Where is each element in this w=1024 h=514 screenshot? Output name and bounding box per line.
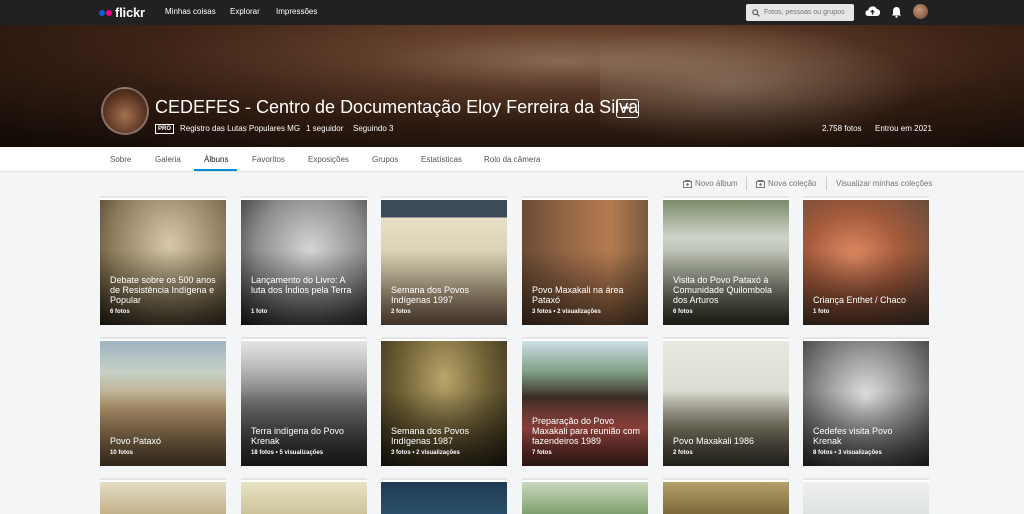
following-count[interactable]: Seguindo 3 [353,124,393,133]
album-meta: 6 fotos [110,309,130,315]
logo-text: flickr [115,5,145,20]
nav-link-explorar[interactable]: Explorar [230,7,260,16]
active-tab-indicator [194,169,237,171]
album-title: Lançamento do Livro: A luta dos Índios p… [251,275,352,295]
logo-blue-dot [99,9,105,16]
album-card[interactable] [663,482,789,514]
joined-date: Entrou em 2021 [875,124,932,133]
cover-photo-shade [0,25,1024,147]
album-card[interactable]: Criança Enthet / Chaco 1 foto [803,200,929,325]
album-card[interactable] [381,482,507,514]
tab-sobre[interactable]: Sobre [110,155,131,164]
tab-rolo-da-camera[interactable]: Rolo da câmera [484,155,540,164]
album-card[interactable]: Preparação do Povo Maxakali para reunião… [522,341,648,466]
tab-estatisticas[interactable]: Estatísticas [421,155,462,164]
album-title: Povo Maxakali na área Pataxó [532,285,624,305]
search-input[interactable] [764,9,849,16]
top-navigation-bar: flickr Minhas coisas Explorar Impressões [0,0,1024,25]
album-title: Terra indígena do Povo Krenak [251,426,345,446]
album-meta: 1 foto [251,309,268,315]
action-divider [746,177,747,190]
profile-subtitle: Registro das Lutas Populares MG [180,124,301,133]
album-meta: 6 fotos [673,309,693,315]
tab-favoritos[interactable]: Favoritos [252,155,285,164]
album-title: Preparação do Povo Maxakali para reunião… [532,416,641,446]
action-divider [826,177,827,190]
search-box [746,4,854,21]
album-meta: 2 fotos [391,309,411,315]
album-card[interactable]: Visita do Povo Pataxó à Comunidade Quilo… [663,200,789,325]
album-card[interactable]: Povo Pataxó 10 fotos [100,341,226,466]
upload-cloud-icon[interactable] [865,5,880,17]
album-icon [683,179,692,188]
album-card[interactable]: Semana dos Povos Indígenas 1997 2 fotos [381,200,507,325]
profile-tabs: Sobre Galeria Álbuns Favoritos Exposiçõe… [0,147,1024,172]
album-title: Criança Enthet / Chaco [813,295,907,305]
album-meta: 3 fotos • 2 visualizações [391,450,460,456]
album-card[interactable] [803,482,929,514]
new-album-label: Novo álbum [695,179,738,188]
new-collection-button[interactable]: Nova coleção [756,179,816,188]
more-options-button[interactable]: ••• [616,99,639,118]
album-card[interactable] [241,482,367,514]
album-card[interactable] [522,482,648,514]
album-meta: 8 fotos • 3 visualizações [813,450,882,456]
album-title: Debate sobre os 500 anos de Resistência … [110,275,216,305]
album-card[interactable]: Terra indígena do Povo Krenak 18 fotos •… [241,341,367,466]
album-title: Cedefes visita Povo Krenak [813,426,893,446]
album-card[interactable]: Semana dos Povos Indígenas 1987 3 fotos … [381,341,507,466]
tab-albuns[interactable]: Álbuns [204,155,228,164]
album-meta: 10 fotos [110,450,134,456]
followers-count[interactable]: 1 seguidor [306,124,343,133]
tab-galeria[interactable]: Galeria [155,155,181,164]
nav-link-minhas-coisas[interactable]: Minhas coisas [165,7,216,16]
cover-photo [0,25,1024,147]
album-meta: 7 fotos [532,450,552,456]
tab-grupos[interactable]: Grupos [372,155,398,164]
album-meta: 3 fotos • 2 visualizações [532,309,601,315]
search-icon[interactable] [752,8,760,17]
user-avatar[interactable] [913,4,928,19]
album-title: Povo Pataxó [110,436,162,446]
flickr-logo[interactable]: flickr [99,5,145,20]
album-card[interactable]: Debate sobre os 500 anos de Resistência … [100,200,226,325]
album-card[interactable] [100,482,226,514]
album-title: Visita do Povo Pataxó à Comunidade Quilo… [673,275,773,305]
nav-link-impressoes[interactable]: Impressões [276,7,317,16]
album-card[interactable]: Povo Maxakali na área Pataxó 3 fotos • 2… [522,200,648,325]
notifications-bell-icon[interactable] [891,6,902,18]
profile-avatar[interactable] [101,87,149,135]
album-meta: 18 fotos • 5 visualizações [251,450,324,456]
album-card[interactable]: Povo Maxakali 1986 2 fotos [663,341,789,466]
new-album-button[interactable]: Novo álbum [683,179,738,188]
logo-pink-dot [106,9,112,16]
collection-icon [756,179,765,188]
album-title: Semana dos Povos Indígenas 1997 [391,285,470,305]
album-title: Semana dos Povos Indígenas 1987 [391,426,470,446]
new-collection-label: Nova coleção [768,179,817,188]
view-collections-label: Visualizar minhas coleções [836,179,933,188]
pro-badge: PRO [155,124,175,134]
album-meta: 1 foto [813,309,830,315]
profile-name: CEDEFES - Centro de Documentação Eloy Fe… [155,97,639,117]
photo-count: 2.758 fotos [822,124,862,133]
album-card[interactable]: Lançamento do Livro: A luta dos Índios p… [241,200,367,325]
view-collections-link[interactable]: Visualizar minhas coleções [836,179,932,188]
tab-exposicoes[interactable]: Exposições [308,155,349,164]
album-card[interactable]: Cedefes visita Povo Krenak 8 fotos • 3 v… [803,341,929,466]
album-meta: 2 fotos [673,450,693,456]
album-title: Povo Maxakali 1986 [673,436,755,446]
